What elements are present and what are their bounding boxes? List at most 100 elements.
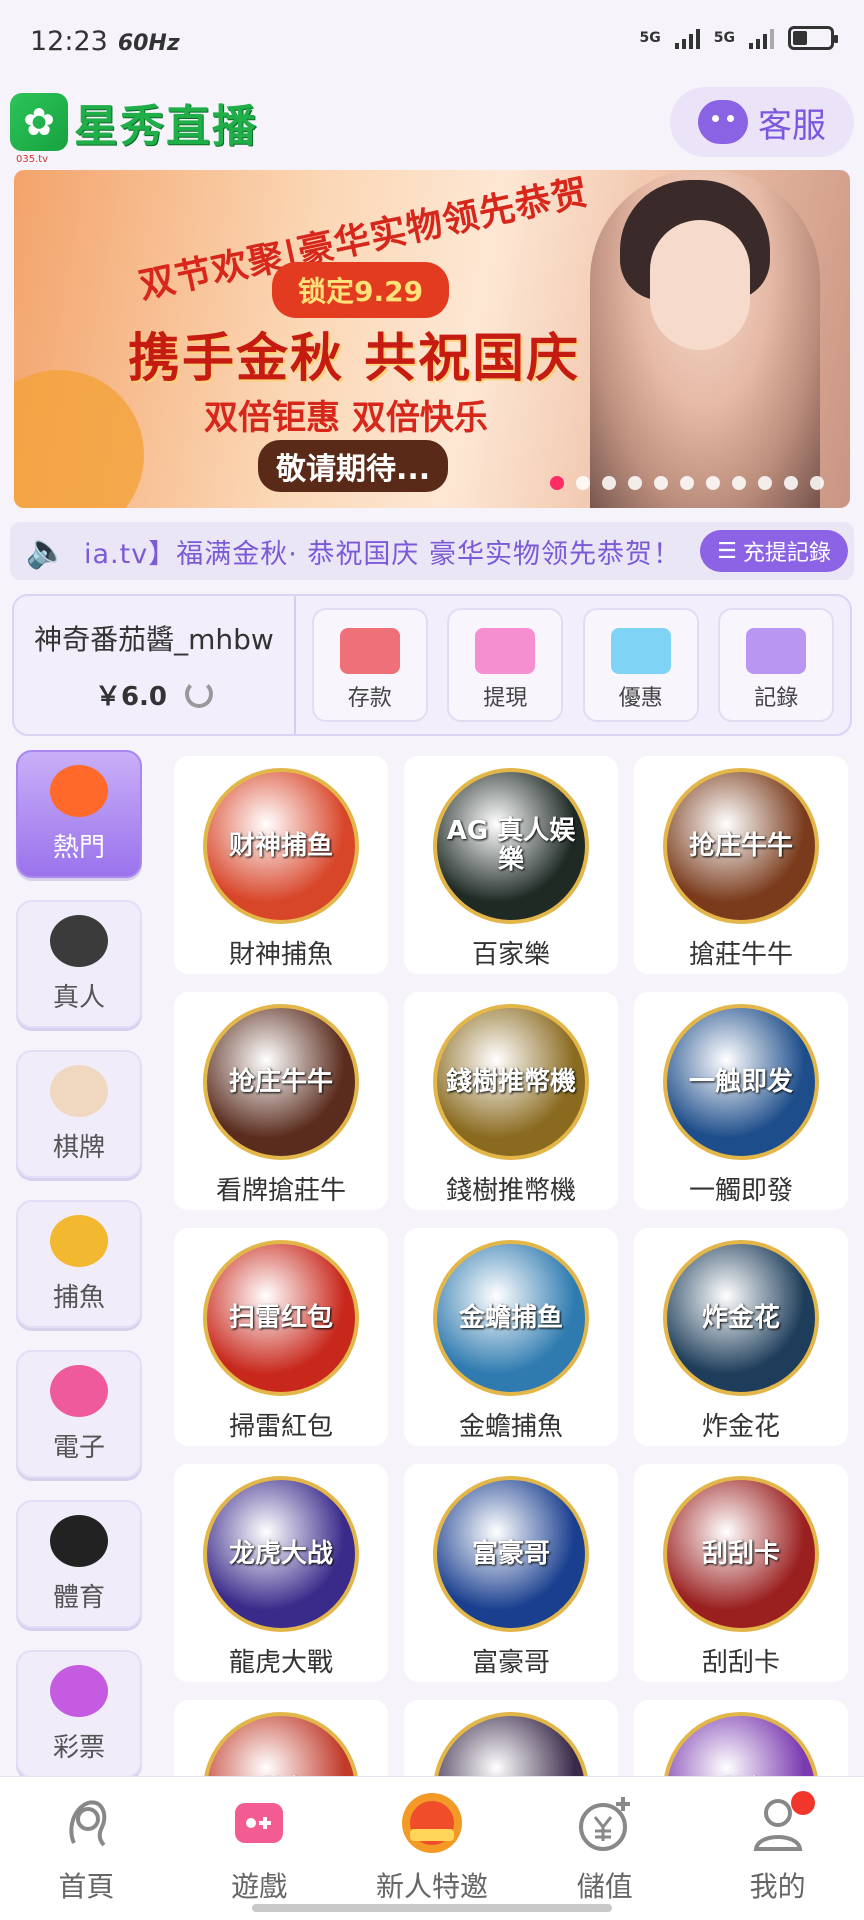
category-sidebar: 熱門 真人 棋牌 捕魚 電子 體育 彩票 — [16, 750, 144, 1800]
wallet-actions: 存款 提現 優惠 記錄 — [296, 608, 850, 722]
game-card[interactable]: 抢庄牛牛 搶莊牛牛 — [634, 756, 848, 974]
carousel-dot[interactable] — [680, 476, 694, 490]
wallet-button-label: 優惠 — [618, 686, 663, 711]
bar-chart-icon — [746, 628, 807, 674]
carousel-dot[interactable] — [602, 476, 616, 490]
carousel-dot[interactable] — [706, 476, 720, 490]
signal-icon — [674, 27, 700, 49]
game-card[interactable]: 錢樹推幣機 錢樹推幣機 — [404, 992, 618, 1210]
category-label: 熱門 — [52, 832, 105, 863]
tab-label: 儲值 — [576, 1870, 633, 1903]
game-card[interactable]: 扫雷红包 掃雷紅包 — [174, 1228, 388, 1446]
wallet-button-1[interactable]: 提現 — [447, 608, 564, 722]
category-item-1[interactable]: 真人 — [16, 900, 142, 1028]
game-card[interactable]: 刮刮卡 刮刮卡 — [634, 1464, 848, 1682]
slot-icon — [50, 1364, 108, 1417]
category-item-0[interactable]: 熱門 — [16, 750, 142, 878]
game-card[interactable]: 炸金花 炸金花 — [634, 1228, 848, 1446]
category-item-2[interactable]: 棋牌 — [16, 1050, 142, 1178]
wallet-button-0[interactable]: 存款 — [311, 608, 428, 722]
app-header: ✿ 035.tv 星秀直播 客服 — [10, 86, 854, 165]
carousel-dot[interactable] — [784, 476, 798, 490]
game-icon-text: 富豪哥 — [471, 1538, 550, 1569]
banner-headline: 携手金秋 共祝国庆 — [128, 329, 581, 389]
announcement-text: ia.tv】福满金秋· 恭祝国庆 豪华实物领先恭贺！ — [84, 538, 681, 570]
wallet-button-label: 存款 — [347, 686, 392, 711]
logo-text: 星秀直播 — [74, 101, 258, 152]
soccer-ball-icon — [50, 1514, 108, 1567]
deposit-withdraw-record-button[interactable]: ☰ 充提記錄 — [700, 530, 848, 572]
battery-icon — [788, 26, 838, 50]
customer-service-button[interactable]: 客服 — [670, 87, 854, 157]
network-label-2: 5G — [713, 30, 735, 46]
category-item-5[interactable]: 體育 — [16, 1500, 142, 1628]
game-card[interactable]: 富豪哥 富豪哥 — [404, 1464, 618, 1682]
fish-icon — [50, 1214, 108, 1267]
game-name: 炸金花 — [701, 1412, 780, 1442]
category-label: 體育 — [52, 1582, 105, 1613]
banner-line-3: 双倍钜惠 双倍快乐 — [204, 398, 488, 438]
game-icon: 扫雷红包 — [203, 1240, 359, 1396]
category-item-4[interactable]: 電子 — [16, 1350, 142, 1478]
game-card[interactable]: 抢庄牛牛 看牌搶莊牛 — [174, 992, 388, 1210]
carousel-dot[interactable] — [576, 476, 590, 490]
game-icon-text: 抢庄牛牛 — [228, 1066, 333, 1097]
game-card[interactable]: 一触即发 一觸即發 — [634, 992, 848, 1210]
carousel-dot[interactable] — [732, 476, 746, 490]
tab-profile[interactable]: 我的 — [703, 1791, 853, 1905]
game-icon-text: 财神捕鱼 — [228, 830, 333, 861]
record-button-label: 充提記錄 — [742, 541, 831, 566]
category-label: 電子 — [52, 1432, 105, 1463]
tab-label: 我的 — [749, 1870, 806, 1903]
game-name: 搶莊牛牛 — [688, 940, 793, 970]
game-icon-text: AG 真人娱樂 — [446, 816, 576, 875]
game-icon-text: 一触即发 — [688, 1066, 793, 1097]
game-name: 百家樂 — [471, 940, 550, 970]
game-name: 看牌搶莊牛 — [215, 1176, 346, 1206]
game-icon-text: 錢樹推幣機 — [445, 1066, 576, 1097]
game-card[interactable]: 财神捕鱼 財神捕魚 — [174, 756, 388, 974]
tab-home[interactable]: 首頁 — [11, 1791, 161, 1905]
customer-service-label: 客服 — [758, 105, 826, 146]
wallet-button-label: 提現 — [483, 686, 528, 711]
category-item-6[interactable]: 彩票 — [16, 1650, 142, 1778]
chip-icon — [50, 914, 108, 967]
game-icon: 龙虎大战 — [203, 1476, 359, 1632]
refresh-icon[interactable] — [185, 680, 214, 708]
signal-icon — [749, 27, 774, 49]
banner-line-4: 敬请期待... — [258, 440, 449, 492]
carousel-dot[interactable] — [550, 476, 564, 490]
tab-label: 首頁 — [58, 1870, 115, 1903]
promo-banner[interactable]: 双节欢聚|豪华实物领先恭贺 锁定9.29 携手金秋 共祝国庆 双倍钜惠 双倍快乐… — [14, 170, 850, 508]
game-icon-text: 金蟾捕鱼 — [458, 1302, 563, 1333]
category-item-3[interactable]: 捕魚 — [16, 1200, 142, 1328]
tab-new-user-badge[interactable]: 新人特邀 — [357, 1791, 507, 1905]
game-icon-text: 扫雷红包 — [228, 1302, 333, 1333]
wallet-button-3[interactable]: 記錄 — [718, 608, 835, 722]
balance-amount: ￥6.0 — [94, 681, 168, 712]
cards-icon — [50, 1064, 108, 1117]
bottom-tab-bar: 首頁 遊戲 新人特邀 儲值 我的 — [0, 1776, 864, 1920]
status-indicators: 5G 5G — [639, 26, 838, 50]
game-card[interactable]: 金蟾捕鱼 金蟾捕魚 — [404, 1228, 618, 1446]
tab-gamepad[interactable]: 遊戲 — [184, 1791, 334, 1905]
carousel-dot[interactable] — [810, 476, 824, 490]
game-name: 刮刮卡 — [701, 1648, 780, 1678]
wallet-button-2[interactable]: 優惠 — [582, 608, 699, 722]
yen-plus-icon — [573, 1791, 637, 1855]
carousel-dot[interactable] — [654, 476, 668, 490]
game-card[interactable]: 龙虎大战 龍虎大戰 — [174, 1464, 388, 1682]
app-logo[interactable]: ✿ 035.tv 星秀直播 — [10, 90, 258, 165]
carousel-dot[interactable] — [758, 476, 772, 490]
tab-label: 遊戲 — [231, 1870, 288, 1903]
notification-dot — [790, 1791, 815, 1815]
game-icon: 抢庄牛牛 — [663, 768, 819, 924]
game-card[interactable]: AG 真人娱樂 百家樂 — [404, 756, 618, 974]
category-label: 彩票 — [52, 1732, 105, 1763]
category-label: 棋牌 — [52, 1132, 105, 1163]
game-name: 金蟾捕魚 — [458, 1412, 563, 1442]
tab-yen-plus[interactable]: 儲值 — [530, 1791, 680, 1905]
carousel-dot[interactable] — [628, 476, 642, 490]
carousel-indicator[interactable] — [550, 476, 824, 490]
network-label-1: 5G — [639, 30, 661, 46]
